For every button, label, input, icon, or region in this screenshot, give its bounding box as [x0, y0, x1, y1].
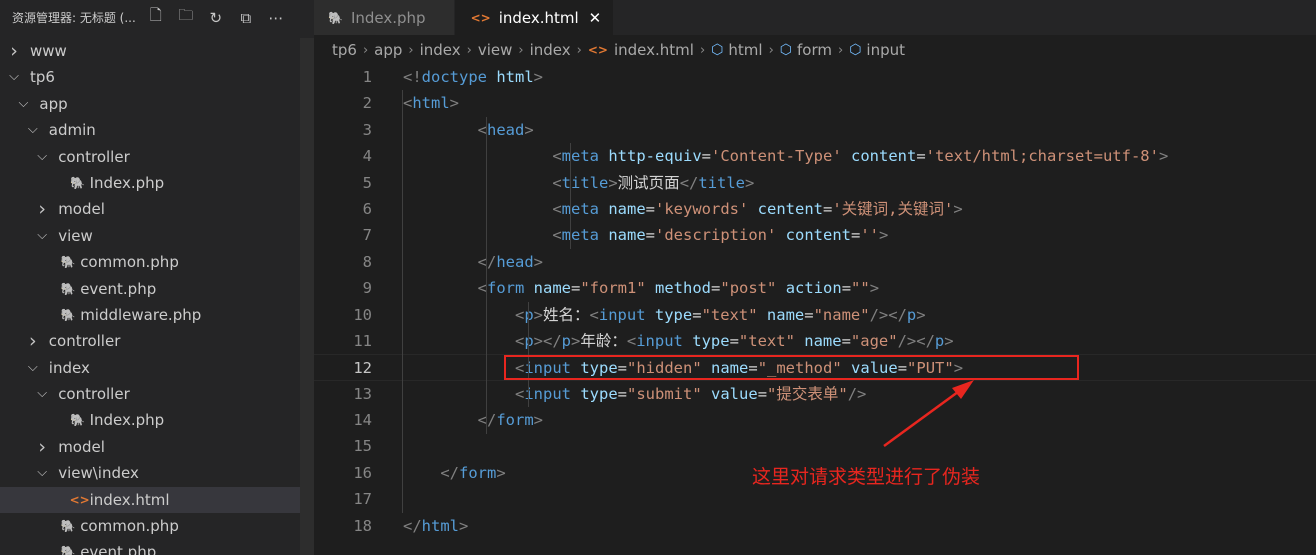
annotation-arrow-icon	[883, 380, 974, 448]
annotation-text: 这里对请求类型进行了伪装	[752, 466, 981, 488]
